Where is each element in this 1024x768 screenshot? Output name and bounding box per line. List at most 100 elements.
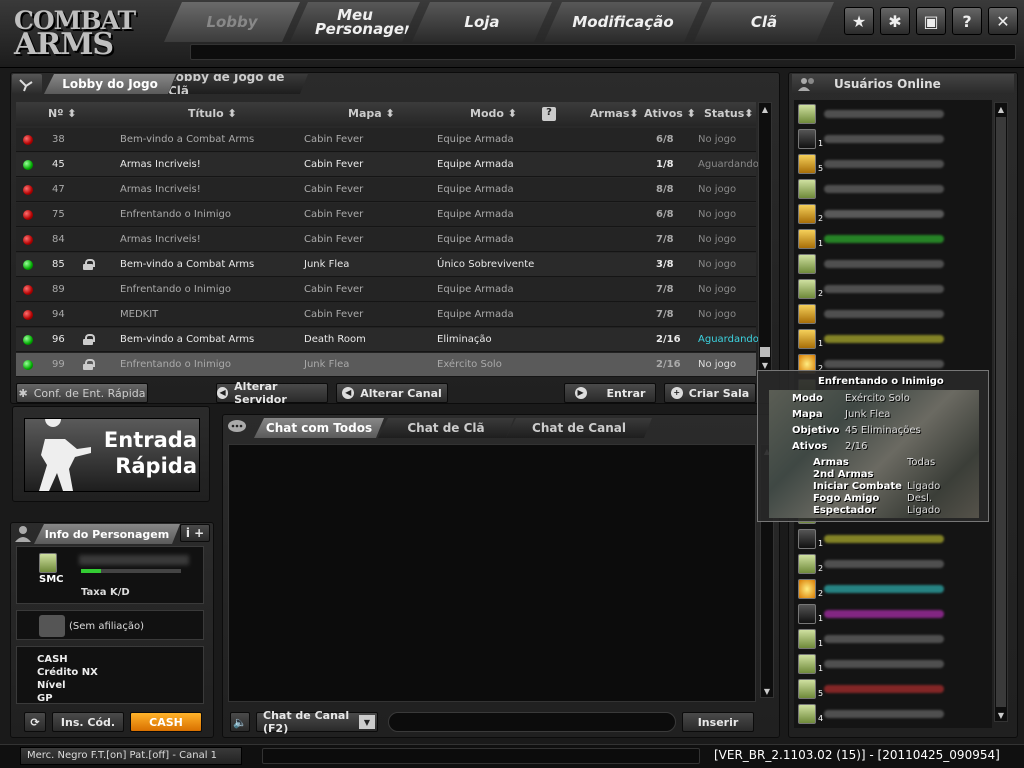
stat-gp-label: GP [37, 693, 53, 704]
speaker-icon: 🔈 [233, 715, 247, 729]
scroll-track[interactable] [996, 117, 1006, 707]
room-row[interactable]: 38 Bem-vindo a Combat Arms Cabin Fever Equi… [16, 128, 756, 152]
rank-icon [798, 529, 816, 549]
create-room-button[interactable]: + Criar Sala [664, 383, 756, 403]
online-user-row[interactable]: 2 [796, 277, 992, 301]
room-row[interactable]: 94 MEDKIT Cabin Fever Equipe Armada 7/8 No jo… [16, 303, 756, 327]
nav-tab-cla[interactable]: Clã [694, 2, 834, 42]
online-user-row[interactable] [796, 252, 992, 276]
rank-icon [798, 254, 816, 274]
col-weapons[interactable]: Armas⬍ [590, 107, 639, 120]
close-icon[interactable]: ✕ [988, 7, 1018, 35]
quick-entry-line-1: Entrada [103, 428, 197, 452]
col-mode[interactable]: Modo ⬍ [470, 107, 517, 120]
online-user-row[interactable]: 1 [796, 527, 992, 551]
online-user-row[interactable]: 4 [796, 702, 992, 726]
insert-code-button[interactable]: Ins. Cód. [52, 712, 124, 732]
user-name-blurred [824, 310, 944, 318]
col-status[interactable]: Status⬍ [704, 107, 753, 120]
col-active[interactable]: Ativos ⬍ [644, 107, 696, 120]
tab-chat-clan[interactable]: Chat de Clã [378, 418, 514, 438]
rank-level: 2 [818, 289, 824, 298]
online-user-row[interactable] [796, 302, 992, 326]
info-add-button[interactable]: i + [180, 524, 210, 542]
affiliation-label: (Sem afiliação) [69, 621, 145, 632]
quick-config-button[interactable]: ✱ Conf. de Ent. Rápida [16, 383, 148, 403]
lock-icon[interactable]: ▣ [916, 7, 946, 35]
online-user-row[interactable] [796, 102, 992, 126]
nav-tab-modificacao[interactable]: Modificação [544, 2, 702, 42]
tab-chat-all[interactable]: Chat com Todos [254, 418, 384, 438]
room-row[interactable]: 47 Armas Incriveis! Cabin Fever Equipe Arma… [16, 178, 756, 202]
scroll-thumb[interactable] [760, 347, 770, 357]
combat-arms-logo: COMBAT ARMS [14, 8, 136, 66]
star-icon[interactable]: ★ [844, 7, 874, 35]
enter-button[interactable]: ▶ Entrar [564, 383, 656, 403]
online-user-row[interactable]: 1 [796, 227, 992, 251]
send-button[interactable]: Inserir [682, 712, 754, 732]
room-row[interactable]: 99 Enfrentando o Inimigo Junk Flea Exército… [16, 353, 756, 377]
tooltip-value: Desl. [907, 493, 933, 504]
room-row[interactable]: 45 Armas Incriveis! Cabin Fever Equipe Arma… [16, 153, 759, 177]
col-title[interactable]: Título ⬍ [188, 107, 237, 120]
online-user-row[interactable]: 5 [796, 152, 992, 176]
online-user-row[interactable]: 1 [796, 127, 992, 151]
room-list-scrollbar[interactable]: ▲ ▼ [758, 102, 772, 372]
chat-input[interactable] [388, 712, 676, 732]
nav-tab-loja[interactable]: Loja [412, 2, 552, 42]
tab-chat-channel[interactable]: Chat de Canal [506, 418, 652, 438]
room-status-dot-icon [23, 285, 33, 295]
tab-lobby-do-jogo[interactable]: Lobby do Jogo [44, 74, 176, 94]
col-num[interactable]: Nº ⬍ [48, 107, 76, 120]
chat-channel-select[interactable]: Chat de Canal (F2) ▼ [256, 709, 378, 735]
room-mode: Equipe Armada [437, 309, 514, 320]
kd-label: Taxa K/D [81, 587, 130, 598]
online-user-row[interactable]: 2 [796, 202, 992, 226]
scroll-down-icon[interactable]: ▼ [761, 685, 773, 697]
tab-label: Lobby de Jogo de Clã [168, 70, 285, 98]
tab-lobby-cla[interactable]: Lobby de Jogo de Clã [168, 74, 308, 94]
rank-icon [798, 129, 816, 149]
user-name-blurred [824, 585, 944, 593]
tooltip-room-title: Enfrentando o Inimigo [818, 376, 944, 387]
scroll-up-icon[interactable]: ▲ [759, 103, 771, 115]
online-user-row[interactable]: 1 [796, 652, 992, 676]
speaker-button[interactable]: 🔈 [230, 712, 250, 732]
tooltip-value: 45 Eliminações [845, 425, 921, 436]
room-title: Enfrentando o Inimigo [120, 284, 231, 295]
online-user-row[interactable] [796, 177, 992, 201]
quick-entry-button[interactable]: Entrada Rápida [24, 418, 200, 492]
gear-icon[interactable]: ✱ [880, 7, 910, 35]
online-user-row[interactable]: 1 [796, 327, 992, 351]
scroll-down-icon[interactable]: ▼ [995, 709, 1007, 721]
col-map[interactable]: Mapa ⬍ [348, 107, 395, 120]
user-name-blurred [824, 135, 944, 143]
tab-character-info[interactable]: Info do Personagem [34, 524, 180, 544]
user-name-blurred [824, 710, 944, 718]
change-server-button[interactable]: ◀ Alterar Servidor [216, 380, 328, 406]
stat-nx-label: Crédito NX [37, 667, 98, 678]
room-map: Cabin Fever [304, 234, 364, 245]
rank-level: 1 [818, 339, 824, 348]
room-map: Death Room [304, 334, 366, 345]
help-icon[interactable]: ? [952, 7, 982, 35]
room-row[interactable]: 75 Enfrentando o Inimigo Cabin Fever Equipe… [16, 203, 756, 227]
question-icon[interactable]: ? [542, 107, 556, 121]
chevron-down-icon: ▼ [359, 715, 375, 729]
room-row[interactable]: 85 Bem-vindo a Combat Arms Junk Flea Único … [16, 253, 756, 277]
online-user-row[interactable]: 2 [796, 577, 992, 601]
nav-tab-lobby[interactable]: Lobby [164, 2, 300, 42]
room-row[interactable]: 96 Bem-vindo a Combat Arms Death Room Elimi… [16, 328, 759, 352]
change-channel-button[interactable]: ◀ Alterar Canal [336, 383, 448, 403]
room-row[interactable]: 84 Armas Incriveis! Cabin Fever Equipe Arma… [16, 228, 756, 252]
nav-tab-meu-personagem[interactable]: Meu Personagem [290, 2, 420, 42]
online-user-row[interactable]: 5 [796, 677, 992, 701]
online-user-row[interactable]: 2 [796, 552, 992, 576]
refresh-button[interactable]: ⟳ [24, 712, 46, 732]
scroll-up-icon[interactable]: ▲ [995, 103, 1007, 115]
online-user-row[interactable]: 1 [796, 627, 992, 651]
cash-button[interactable]: CASH [130, 712, 202, 732]
room-row[interactable]: 89 Enfrentando o Inimigo Cabin Fever Equipe… [16, 278, 756, 302]
online-user-row[interactable]: 1 [796, 602, 992, 626]
users-scrollbar[interactable]: ▲ ▼ [994, 102, 1008, 722]
